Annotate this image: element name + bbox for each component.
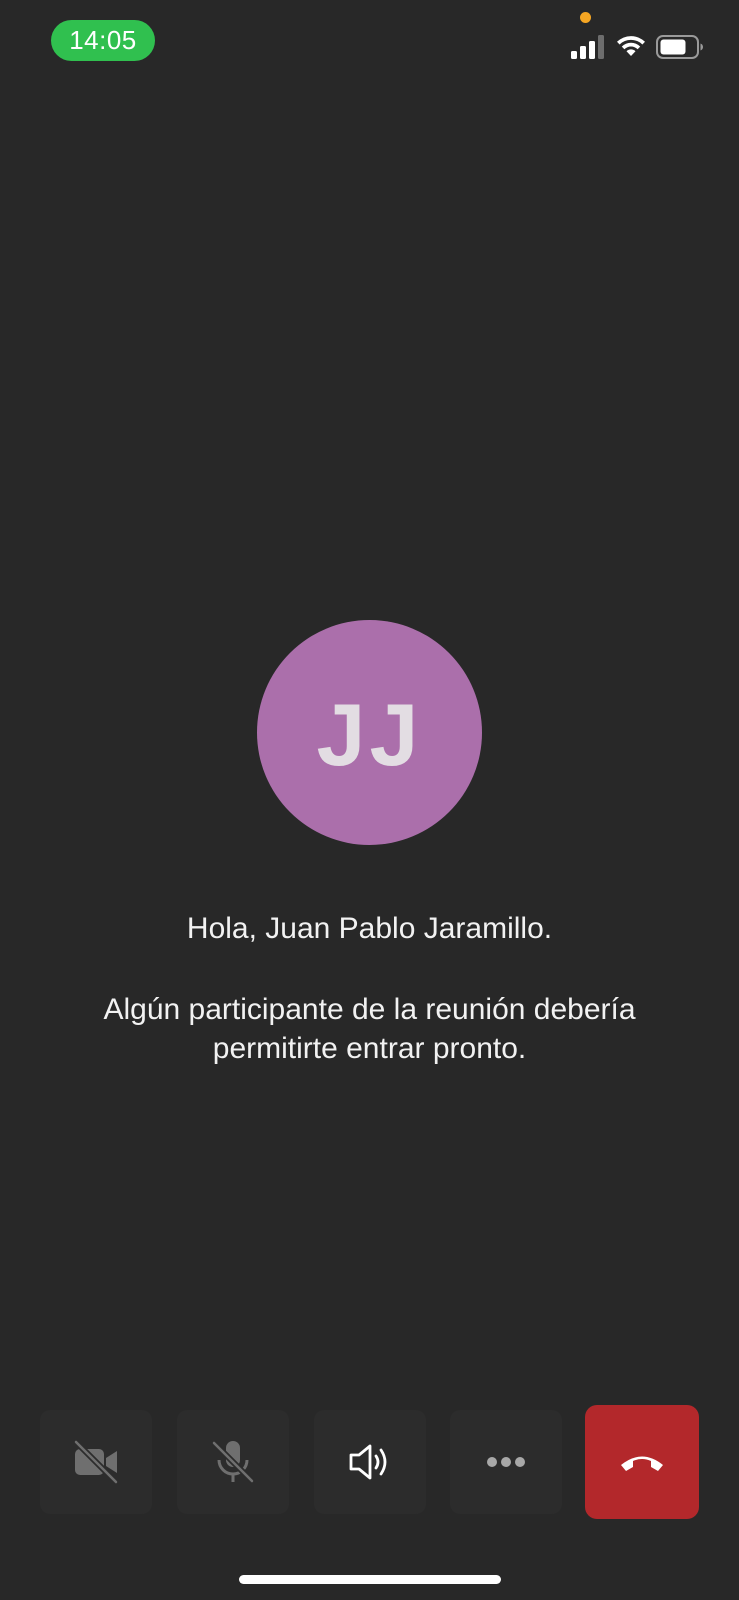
video-off-icon	[73, 1439, 119, 1485]
hang-up-button[interactable]	[585, 1405, 699, 1519]
speaker-button[interactable]	[314, 1410, 426, 1514]
wifi-icon	[617, 36, 645, 56]
status-bar: 14:05	[0, 0, 739, 86]
privacy-indicator-dot	[580, 12, 591, 23]
more-options-button[interactable]	[450, 1410, 562, 1514]
participant-avatar: JJ	[257, 620, 482, 845]
more-icon	[487, 1457, 525, 1467]
lobby-waiting-message: Algún participante de la reunión debería…	[103, 993, 636, 1065]
hang-up-icon	[621, 1456, 663, 1471]
home-indicator[interactable]	[239, 1575, 501, 1584]
mic-off-icon	[211, 1440, 255, 1484]
avatar-initials: JJ	[316, 684, 423, 784]
camera-toggle-button[interactable]	[40, 1410, 152, 1514]
greeting-text: Hola, Juan Pablo Jaramillo.	[186, 912, 553, 945]
call-controls-toolbar	[0, 1405, 739, 1521]
cellular-signal-icon	[571, 35, 604, 59]
battery-icon	[656, 35, 703, 59]
call-lobby-screen: 14:05 JJ Hola, Juan Pablo Jaramillo. Alg…	[0, 0, 739, 1600]
microphone-toggle-button[interactable]	[177, 1410, 289, 1514]
status-time[interactable]: 14:05	[51, 20, 155, 61]
speaker-icon	[349, 1444, 387, 1480]
